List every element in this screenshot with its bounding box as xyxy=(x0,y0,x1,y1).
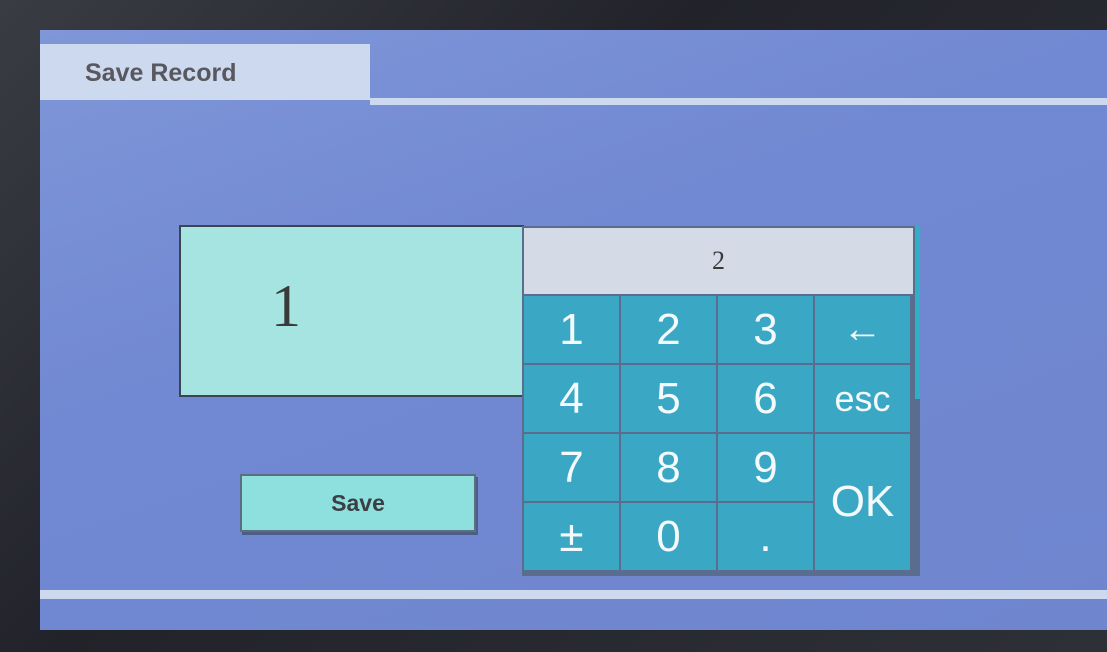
numeric-keypad: 2 1 2 3 ← 4 5 6 esc 7 8 9 OK ± 0 . xyxy=(522,226,920,576)
keypad-display: 2 xyxy=(524,228,913,294)
esc-key[interactable]: esc xyxy=(815,365,910,432)
record-number-field[interactable]: 1 xyxy=(179,225,524,397)
key-0[interactable]: 0 xyxy=(621,503,716,570)
plus-minus-key[interactable]: ± xyxy=(524,503,619,570)
backspace-arrow-icon: ← xyxy=(842,307,883,351)
key-9[interactable]: 9 xyxy=(718,434,813,501)
record-number-value: 1 xyxy=(271,273,301,339)
backspace-key[interactable]: ← xyxy=(815,296,910,363)
page-title: Save Record xyxy=(85,59,237,87)
footer-divider xyxy=(40,590,1107,599)
key-4[interactable]: 4 xyxy=(524,365,619,432)
key-1[interactable]: 1 xyxy=(524,296,619,363)
ok-key[interactable]: OK xyxy=(815,434,910,570)
key-7[interactable]: 7 xyxy=(524,434,619,501)
key-3[interactable]: 3 xyxy=(718,296,813,363)
header-divider xyxy=(370,98,1107,105)
keypad-edge-bar xyxy=(915,226,920,399)
save-button[interactable]: Save xyxy=(240,474,476,532)
key-6[interactable]: 6 xyxy=(718,365,813,432)
key-5[interactable]: 5 xyxy=(621,365,716,432)
key-2[interactable]: 2 xyxy=(621,296,716,363)
key-8[interactable]: 8 xyxy=(621,434,716,501)
decimal-point-key[interactable]: . xyxy=(718,503,813,570)
hmi-screen: Save Record 1 Save 2 1 2 3 ← 4 5 6 esc 7… xyxy=(40,30,1107,630)
